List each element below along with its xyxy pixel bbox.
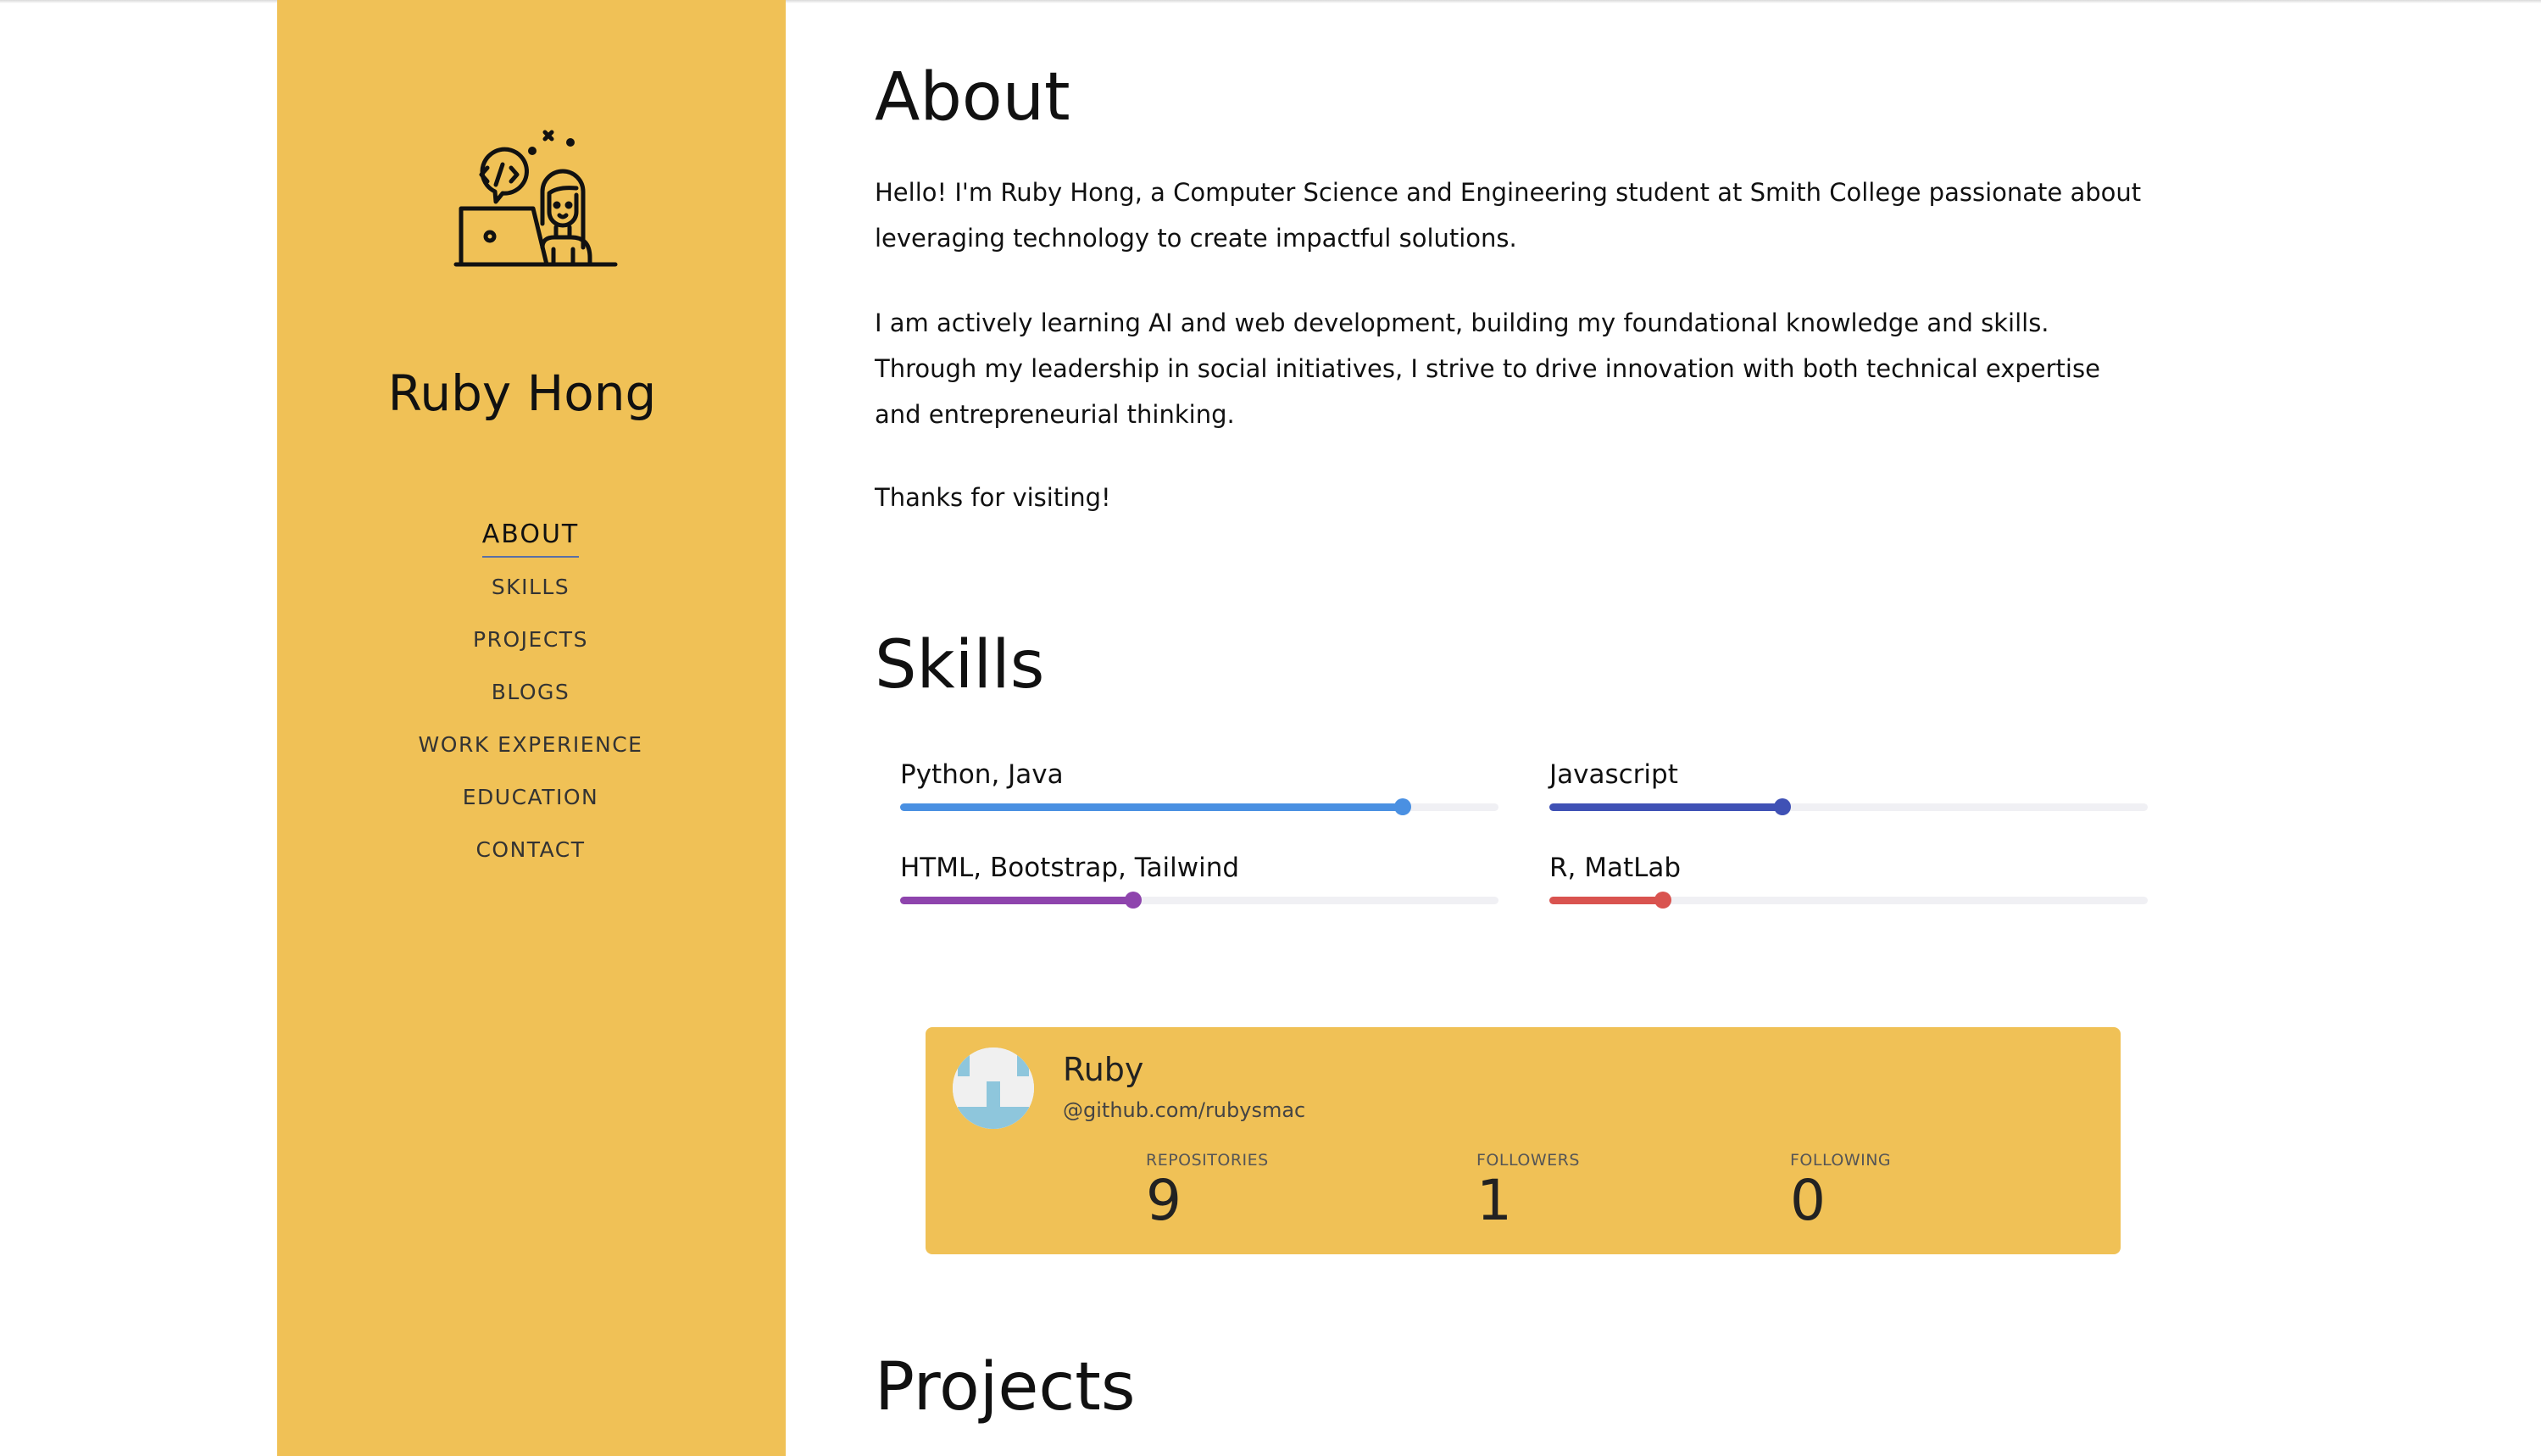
skill-track — [1549, 798, 2148, 815]
skill-python-java: Python, Java — [900, 759, 1498, 815]
skill-fill — [900, 803, 1404, 811]
skill-label: Python, Java — [900, 759, 1064, 790]
skill-knob — [1654, 892, 1672, 909]
github-avatar — [953, 1048, 1034, 1129]
skill-track — [1549, 892, 2148, 909]
nav-item-about[interactable]: ABOUT — [277, 508, 784, 561]
about-title: About — [875, 59, 1070, 136]
developer-girl-laptop-icon — [453, 130, 618, 267]
about-paragraph-3: Thanks for visiting! — [875, 483, 1111, 512]
skill-html-bootstrap-tailwind: HTML, Bootstrap, Tailwind — [900, 853, 1498, 909]
skill-fill — [900, 897, 1134, 904]
github-stat-repositories: REPOSITORIES 9 — [1146, 1151, 1269, 1229]
stat-label: FOLLOWERS — [1476, 1151, 1580, 1170]
nav-item-contact[interactable]: CONTACT — [277, 824, 784, 876]
skill-fill — [1549, 897, 1664, 904]
stat-value: 0 — [1790, 1168, 1826, 1233]
skill-track — [900, 798, 1498, 815]
page: Ruby Hong ABOUT SKILLS PROJECTS BLOGS WO… — [0, 0, 2541, 1456]
skills-title: Skills — [875, 627, 1045, 703]
skill-fill — [1549, 803, 1783, 811]
stat-value: 1 — [1476, 1168, 1512, 1233]
stat-label: REPOSITORIES — [1146, 1151, 1269, 1170]
stat-value: 9 — [1146, 1168, 1182, 1233]
projects-title: Projects — [875, 1349, 1136, 1425]
about-paragraph-1: Hello! I'm Ruby Hong, a Computer Science… — [875, 178, 2142, 253]
skill-r-matlab: R, MatLab — [1549, 853, 2148, 909]
skill-label: R, MatLab — [1549, 853, 1682, 883]
nav-item-projects[interactable]: PROJECTS — [277, 614, 784, 666]
site-name: Ruby Hong — [387, 364, 657, 422]
github-stat-following: FOLLOWING 0 — [1790, 1151, 1891, 1229]
nav-item-label: ABOUT — [481, 520, 580, 558]
nav-item-work-experience[interactable]: WORK EXPERIENCE — [277, 719, 784, 771]
skill-knob — [1394, 798, 1412, 815]
skill-knob — [1125, 892, 1143, 909]
skill-javascript: Javascript — [1549, 759, 2148, 815]
identicon-icon — [953, 1048, 1034, 1129]
github-profile-card[interactable]: Ruby @github.com/rubysmac REPOSITORIES 9… — [926, 1027, 2121, 1254]
nav-item-label: SKILLS — [491, 575, 570, 599]
skill-track — [900, 892, 1498, 909]
github-handle[interactable]: @github.com/rubysmac — [1063, 1098, 1305, 1122]
sidebar-nav: ABOUT SKILLS PROJECTS BLOGS WORK EXPERIE… — [277, 508, 784, 876]
github-stat-followers: FOLLOWERS 1 — [1476, 1151, 1580, 1229]
about-paragraph-2: I am actively learning AI and web develo… — [875, 308, 2100, 429]
nav-item-education[interactable]: EDUCATION — [277, 771, 784, 824]
nav-item-label: WORK EXPERIENCE — [418, 732, 643, 757]
stat-label: FOLLOWING — [1790, 1151, 1892, 1170]
skill-knob — [1774, 798, 1792, 815]
nav-item-skills[interactable]: SKILLS — [277, 561, 784, 614]
nav-item-label: PROJECTS — [473, 627, 588, 652]
nav-item-blogs[interactable]: BLOGS — [277, 666, 784, 719]
skill-label: HTML, Bootstrap, Tailwind — [900, 853, 1240, 883]
github-name: Ruby — [1063, 1051, 1144, 1088]
nav-item-label: CONTACT — [475, 837, 586, 862]
skill-label: Javascript — [1549, 759, 1678, 790]
nav-item-label: EDUCATION — [462, 785, 599, 809]
nav-item-label: BLOGS — [491, 680, 570, 704]
